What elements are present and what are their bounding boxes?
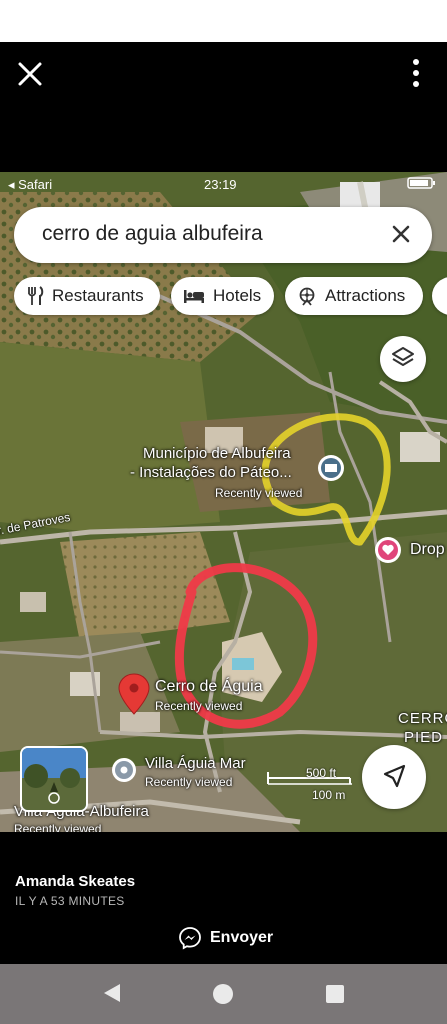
messenger-icon (178, 926, 202, 950)
attraction-marker-icon[interactable] (318, 455, 344, 481)
search-input[interactable]: cerro de aguia albufeira (42, 222, 263, 246)
chip-hotels[interactable]: Hotels (171, 277, 274, 315)
bed-icon (183, 288, 205, 304)
recently-viewed-label: Recently viewed (145, 775, 233, 789)
android-navigation-bar (0, 964, 447, 1024)
street-view-thumbnail[interactable] (20, 746, 88, 812)
send-button[interactable]: Envoyer (178, 926, 273, 950)
place-label[interactable]: Município de Albufeira (143, 445, 291, 462)
recently-viewed-label: Recently viewed (14, 822, 102, 832)
timestamp: IL Y A 53 MINUTES (15, 894, 125, 908)
back-triangle-icon[interactable] (101, 982, 123, 1009)
navigation-arrow-icon (362, 764, 426, 813)
carrier-label: ◂ Safari (8, 177, 53, 192)
author-name[interactable]: Amanda Skeates (15, 873, 135, 890)
place-label[interactable]: Cerro de Águia (155, 678, 263, 696)
attraction-icon (297, 286, 317, 306)
chip-restaurants[interactable]: Restaurants (14, 277, 160, 315)
send-label: Envoyer (210, 929, 274, 946)
close-icon[interactable] (14, 58, 46, 90)
recents-square-icon[interactable] (325, 984, 345, 1009)
chip-label: Restaurants (52, 286, 144, 305)
chip-label: Attractions (325, 286, 406, 305)
layers-icon (380, 347, 426, 386)
scale-meters-label: 100 m (312, 788, 346, 802)
clock-label: 23:19 (204, 177, 237, 192)
chip-attractions[interactable]: Attractions (285, 277, 423, 315)
home-circle-icon[interactable] (212, 983, 234, 1010)
scale-feet-label: 500 ft (306, 766, 337, 780)
viewer-header (0, 42, 447, 172)
area-label: CERRO (398, 710, 447, 727)
fork-knife-icon (26, 286, 44, 306)
recently-viewed-label: Recently viewed (215, 486, 303, 500)
layers-button[interactable] (380, 336, 426, 382)
phone-status-bar (0, 0, 447, 42)
shared-screenshot-photo[interactable]: ◂ Safari 23:19 cerro de aguia albufeira … (0, 172, 447, 832)
satellite-map[interactable] (0, 172, 447, 832)
heart-place-marker-icon[interactable] (375, 537, 401, 563)
viewer-footer: Amanda Skeates IL Y A 53 MINUTES Envoyer (0, 832, 447, 964)
battery-icon (407, 176, 437, 193)
area-label: PIED (404, 729, 444, 746)
place-label[interactable]: - Instalações do Páteo... (130, 464, 292, 481)
recently-viewed-label: Recently viewed (155, 699, 243, 713)
place-label[interactable]: Villa Águia Mar (145, 755, 246, 772)
chip-label: Hotels (213, 286, 262, 305)
embedded-ios-status-bar: ◂ Safari 23:19 (0, 172, 447, 198)
close-icon[interactable] (388, 221, 414, 247)
navigate-button[interactable] (362, 745, 426, 809)
more-vertical-icon[interactable] (404, 56, 428, 90)
place-label[interactable]: Drop (410, 541, 445, 559)
gray-place-marker-icon[interactable] (112, 758, 136, 782)
search-bar[interactable]: cerro de aguia albufeira (14, 207, 432, 263)
